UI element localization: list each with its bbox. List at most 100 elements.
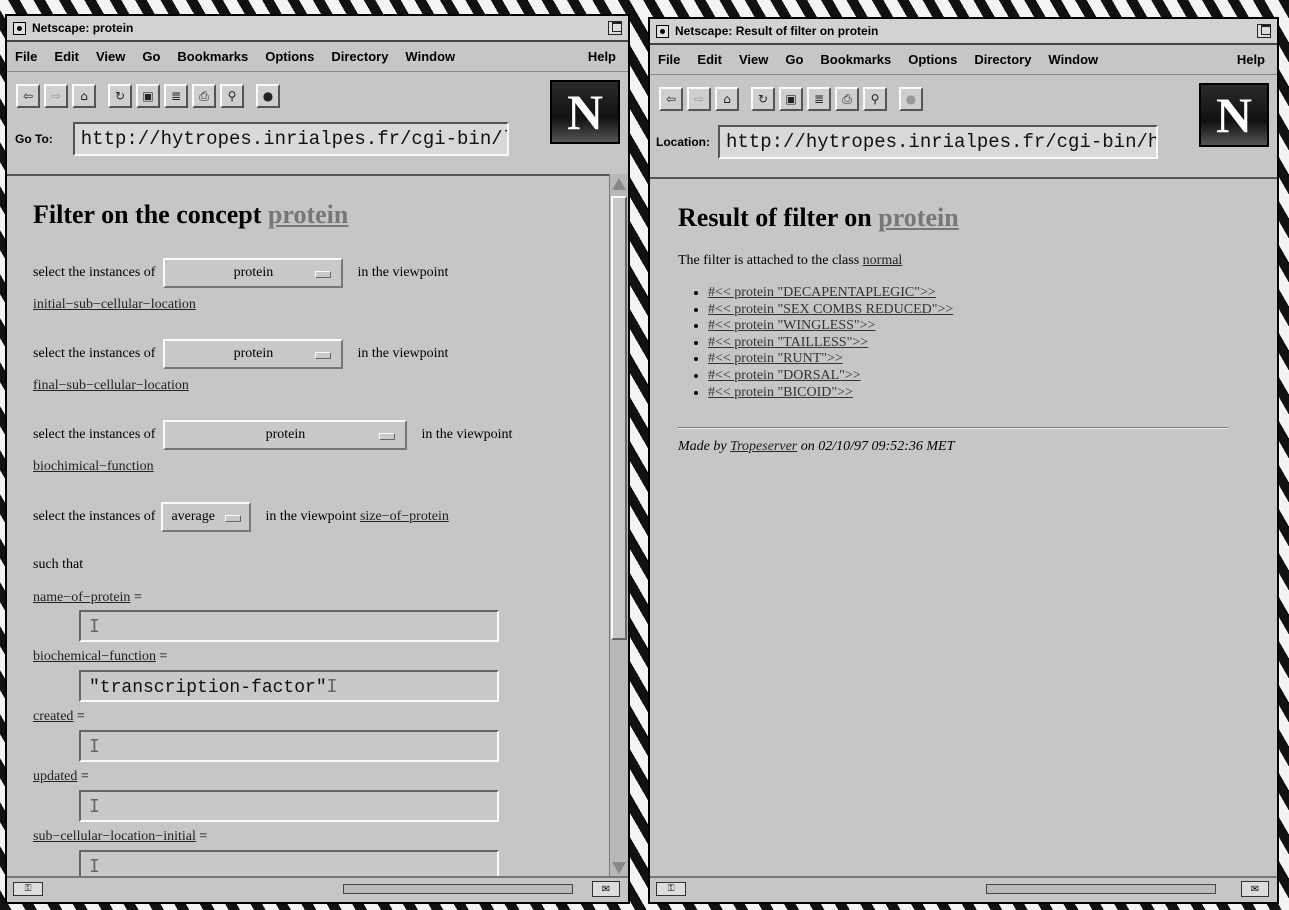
images-icon[interactable]: ▣ bbox=[136, 84, 160, 108]
menu-edit[interactable]: Edit bbox=[54, 49, 79, 64]
scroll-thumb[interactable] bbox=[611, 196, 627, 640]
home-icon[interactable]: ⌂ bbox=[715, 87, 739, 111]
field-label-link[interactable]: updated bbox=[33, 769, 77, 784]
forward-icon[interactable]: ⇨ bbox=[44, 84, 68, 108]
viewpoint-link[interactable]: size−of−protein bbox=[360, 509, 449, 525]
window-menu-icon[interactable] bbox=[13, 21, 26, 35]
browser-window-result: Netscape: Result of filter on protein Fi… bbox=[648, 17, 1279, 904]
security-key-icon[interactable]: ⚿ bbox=[656, 882, 686, 896]
stop-icon[interactable]: ● bbox=[899, 87, 923, 111]
title-bar[interactable]: Netscape: protein bbox=[7, 16, 628, 42]
print-icon[interactable]: ⎙ bbox=[835, 87, 859, 111]
window-menu-icon[interactable] bbox=[656, 24, 669, 38]
field-label-link[interactable]: created bbox=[33, 709, 73, 724]
concept-link[interactable]: protein bbox=[878, 203, 958, 232]
menu-options[interactable]: Options bbox=[265, 49, 314, 64]
menu-go[interactable]: Go bbox=[785, 52, 803, 67]
open-icon[interactable]: ≣ bbox=[164, 84, 188, 108]
viewpoint-link[interactable]: initial−sub−cellular−location bbox=[33, 297, 196, 312]
menu-view[interactable]: View bbox=[739, 52, 768, 67]
url-input[interactable]: http://hytropes.inrialpes.fr/cgi-bin/l bbox=[72, 122, 509, 156]
result-link[interactable]: #<< protein "SEX COMBS REDUCED">> bbox=[708, 302, 953, 317]
url-input[interactable]: http://hytropes.inrialpes.fr/cgi-bin/h bbox=[718, 125, 1158, 159]
instance-dropdown[interactable]: protein bbox=[163, 258, 344, 288]
menu-help[interactable]: Help bbox=[1237, 52, 1265, 67]
mail-icon[interactable]: ✉ bbox=[1241, 881, 1269, 897]
goto-label: Go To: bbox=[15, 132, 53, 146]
home-icon[interactable]: ⌂ bbox=[72, 84, 96, 108]
back-icon[interactable]: ⇦ bbox=[659, 87, 683, 111]
class-link[interactable]: normal bbox=[863, 253, 903, 268]
menu-directory[interactable]: Directory bbox=[331, 49, 388, 64]
page-content: Filter on the concept protein select the… bbox=[7, 174, 610, 878]
result-list: #<< protein "DECAPENTAPLEGIC">> #<< prot… bbox=[662, 285, 953, 401]
class-info: The filter is attached to the class norm… bbox=[678, 253, 903, 268]
vertical-scrollbar[interactable] bbox=[609, 174, 628, 878]
menu-window[interactable]: Window bbox=[405, 49, 455, 64]
menu-edit[interactable]: Edit bbox=[697, 52, 722, 67]
instance-dropdown[interactable]: average bbox=[161, 502, 252, 532]
menu-file[interactable]: File bbox=[658, 52, 680, 67]
list-item: #<< protein "DORSAL">> bbox=[708, 368, 953, 385]
page-title: Filter on the concept protein bbox=[33, 200, 349, 229]
print-icon[interactable]: ⎙ bbox=[192, 84, 216, 108]
instance-dropdown[interactable]: protein bbox=[163, 339, 344, 369]
filter-input[interactable]: I bbox=[79, 850, 499, 878]
menu-directory[interactable]: Directory bbox=[974, 52, 1031, 67]
filter-input[interactable]: I bbox=[79, 730, 499, 762]
divider bbox=[678, 427, 1228, 429]
concept-link[interactable]: protein bbox=[268, 200, 348, 229]
instance-dropdown[interactable]: protein bbox=[163, 420, 408, 450]
result-link[interactable]: #<< protein "TAILLESS">> bbox=[708, 335, 868, 350]
menu-window[interactable]: Window bbox=[1048, 52, 1098, 67]
filter-input[interactable]: I bbox=[79, 790, 499, 822]
maximize-icon[interactable] bbox=[608, 21, 622, 35]
find-icon[interactable]: ⚲ bbox=[863, 87, 887, 111]
reload-icon[interactable]: ↻ bbox=[108, 84, 132, 108]
menu-bookmarks[interactable]: Bookmarks bbox=[177, 49, 248, 64]
images-icon[interactable]: ▣ bbox=[779, 87, 803, 111]
result-link[interactable]: #<< protein "WINGLESS">> bbox=[708, 318, 875, 333]
browser-window-protein: Netscape: protein File Edit View Go Book… bbox=[5, 14, 630, 904]
tropeserver-link[interactable]: Tropeserver bbox=[730, 439, 797, 454]
footer-note: Made by Tropeserver on 02/10/97 09:52:36… bbox=[678, 439, 955, 454]
forward-icon[interactable]: ⇨ bbox=[687, 87, 711, 111]
open-icon[interactable]: ≣ bbox=[807, 87, 831, 111]
toolbar: ⇦ ⇨ ⌂ ↻ ▣ ≣ ⎙ ⚲ ● N Location: http://hyt… bbox=[650, 75, 1277, 179]
result-link[interactable]: #<< protein "DECAPENTAPLEGIC">> bbox=[708, 285, 936, 300]
menu-go[interactable]: Go bbox=[142, 49, 160, 64]
filter-input[interactable]: "transcription-factor"I bbox=[79, 670, 499, 702]
toolbar: ⇦ ⇨ ⌂ ↻ ▣ ≣ ⎙ ⚲ ● N Go To: http://hytrop… bbox=[7, 72, 628, 176]
field-label-link[interactable]: biochemical−function bbox=[33, 649, 156, 664]
list-item: #<< protein "TAILLESS">> bbox=[708, 335, 953, 352]
select-row: select the instances of protein in the v… bbox=[33, 339, 448, 369]
back-icon[interactable]: ⇦ bbox=[16, 84, 40, 108]
security-key-icon[interactable]: ⚿ bbox=[13, 882, 43, 896]
menu-bar: File Edit View Go Bookmarks Options Dire… bbox=[7, 42, 628, 72]
filter-input[interactable]: I bbox=[79, 610, 499, 642]
title-bar[interactable]: Netscape: Result of filter on protein bbox=[650, 19, 1277, 45]
menu-bookmarks[interactable]: Bookmarks bbox=[820, 52, 891, 67]
reload-icon[interactable]: ↻ bbox=[751, 87, 775, 111]
scroll-up-icon[interactable] bbox=[612, 178, 626, 190]
menu-options[interactable]: Options bbox=[908, 52, 957, 67]
viewpoint-link[interactable]: biochimical−function bbox=[33, 459, 154, 474]
menu-file[interactable]: File bbox=[15, 49, 37, 64]
result-link[interactable]: #<< protein "BICOID">> bbox=[708, 385, 853, 400]
field-label-link[interactable]: sub−cellular−location−initial bbox=[33, 829, 196, 844]
menu-help[interactable]: Help bbox=[588, 49, 616, 64]
list-item: #<< protein "RUNT">> bbox=[708, 351, 953, 368]
menu-view[interactable]: View bbox=[96, 49, 125, 64]
scroll-down-icon[interactable] bbox=[612, 862, 626, 874]
list-item: #<< protein "DECAPENTAPLEGIC">> bbox=[708, 285, 953, 302]
field-label-link[interactable]: name−of−protein bbox=[33, 590, 130, 605]
result-link[interactable]: #<< protein "RUNT">> bbox=[708, 351, 843, 366]
stop-icon[interactable]: ● bbox=[256, 84, 280, 108]
mail-icon[interactable]: ✉ bbox=[592, 881, 620, 897]
viewpoint-link[interactable]: final−sub−cellular−location bbox=[33, 378, 189, 393]
result-link[interactable]: #<< protein "DORSAL">> bbox=[708, 368, 861, 383]
find-icon[interactable]: ⚲ bbox=[220, 84, 244, 108]
maximize-icon[interactable] bbox=[1257, 24, 1271, 38]
status-bar: ⚿ ✉ bbox=[650, 876, 1277, 902]
progress-bar bbox=[986, 884, 1216, 894]
